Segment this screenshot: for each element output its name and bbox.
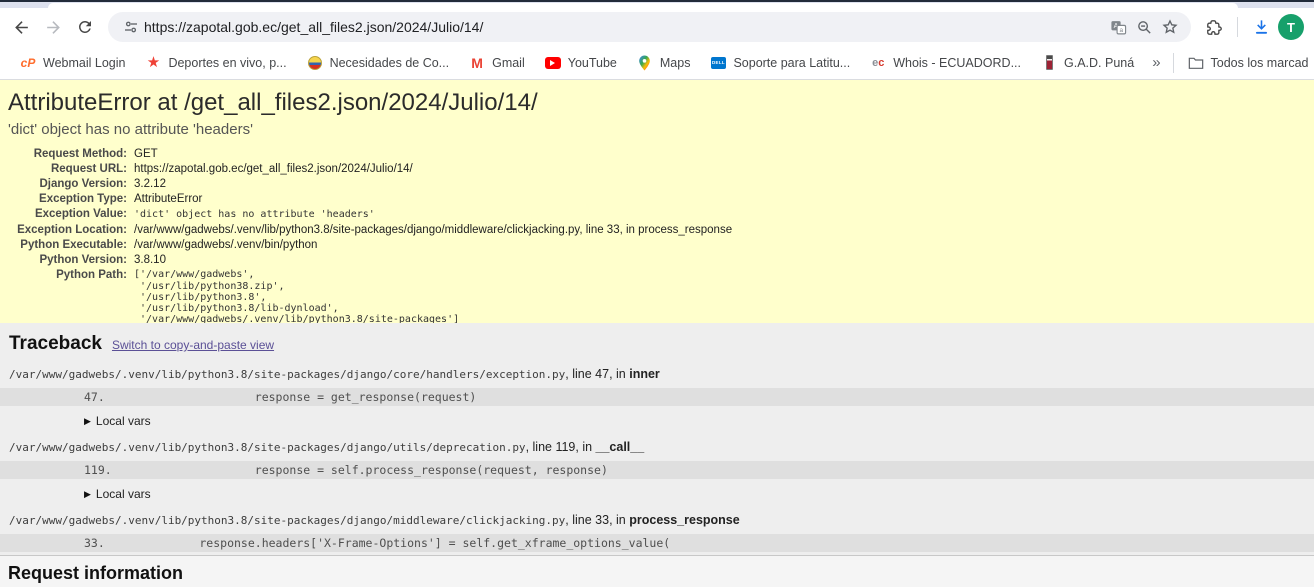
bookmark-maps[interactable]: Maps: [629, 51, 699, 75]
bookmark-deportes[interactable]: ★ Deportes en vivo, p...: [137, 51, 294, 75]
local-vars-toggle[interactable]: ▶Local vars: [84, 414, 1314, 428]
local-vars-toggle[interactable]: ▶Local vars: [84, 487, 1314, 501]
traceback-section: Traceback Switch to copy-and-paste view …: [0, 323, 1314, 556]
bookmarks-bar: cP Webmail Login ★ Deportes en vivo, p..…: [0, 46, 1314, 80]
window-top-edge: [0, 0, 1314, 2]
meta-row-python-executable: Python Executable:/var/www/gadwebs/.venv…: [10, 238, 732, 253]
source-code-line: response = self.process_response(request…: [144, 463, 608, 477]
bookmarks-overflow-button[interactable]: »: [1146, 54, 1166, 71]
traceback-frame-path: /var/www/gadwebs/.venv/lib/python3.8/sit…: [9, 513, 1314, 527]
bookmark-webmail-login[interactable]: cP Webmail Login: [12, 51, 133, 75]
meta-row-python-path: Python Path:['/var/www/gadwebs', '/usr/l…: [10, 268, 732, 323]
svg-text:a: a: [1119, 26, 1123, 33]
download-icon: [1252, 18, 1271, 37]
traceback-frame-path: /var/www/gadwebs/.venv/lib/python3.8/sit…: [9, 367, 1314, 381]
bookmark-whois[interactable]: ec Whois - ECUADORD...: [862, 51, 1029, 75]
bookmark-label: Necesidades de Co...: [330, 56, 450, 70]
source-code-line: response.headers['X-Frame-Options'] = se…: [144, 536, 670, 550]
downloads-button[interactable]: [1246, 12, 1276, 42]
nic-ec-icon: ec: [870, 55, 886, 71]
bookmark-soporte-dell[interactable]: DELL Soporte para Latitu...: [702, 51, 858, 75]
meta-row-exception-type: Exception Type:AttributeError: [10, 192, 732, 207]
tab-strip: [0, 0, 1314, 8]
zoom-button[interactable]: [1131, 14, 1157, 40]
bookmark-label: Gmail: [492, 56, 525, 70]
bookmark-label: Whois - ECUADORD...: [893, 56, 1021, 70]
maps-pin-icon: [638, 55, 651, 71]
line-number: 47.: [84, 390, 144, 404]
source-code-line: response = get_response(request): [144, 390, 476, 404]
gmail-icon: M: [469, 55, 485, 71]
request-info-section: Request information: [0, 556, 1314, 587]
back-icon: [12, 18, 31, 37]
magnifier-minus-icon: [1136, 19, 1153, 36]
python-path-value: ['/var/www/gadwebs', '/usr/lib/python38.…: [134, 269, 732, 323]
meta-row-request-method: Request Method:GET: [10, 147, 732, 162]
traceback-context-line[interactable]: 119. response = self.process_response(re…: [0, 461, 1314, 479]
switch-copy-paste-link[interactable]: Switch to copy-and-paste view: [112, 338, 274, 352]
browser-toolbar: https://zapotal.gob.ec/get_all_files2.js…: [0, 8, 1314, 46]
bookmark-label: Maps: [660, 56, 691, 70]
red-star-icon: ★: [145, 55, 161, 71]
back-button[interactable]: [6, 12, 36, 42]
line-number: 33.: [84, 536, 144, 550]
triangle-right-icon: ▶: [84, 489, 91, 500]
url-text[interactable]: https://zapotal.gob.ec/get_all_files2.js…: [144, 19, 1105, 35]
reload-button[interactable]: [70, 12, 100, 42]
forward-icon: [44, 18, 63, 37]
traceback-context-line[interactable]: 33. response.headers['X-Frame-Options'] …: [0, 534, 1314, 552]
all-bookmarks-label: Todos los marcad: [1211, 56, 1309, 70]
bookmark-youtube[interactable]: YouTube: [537, 51, 625, 75]
triangle-right-icon: ▶: [84, 416, 91, 427]
error-title: AttributeError at /get_all_files2.json/2…: [8, 89, 1302, 117]
bookmark-gmail[interactable]: M Gmail: [461, 51, 533, 75]
line-number: 119.: [84, 463, 144, 477]
bookmark-label: Deportes en vivo, p...: [168, 56, 286, 70]
bookmark-label: YouTube: [568, 56, 617, 70]
error-meta-table: Request Method:GET Request URL:https://z…: [10, 147, 732, 323]
meta-row-request-url: Request URL:https://zapotal.gob.ec/get_a…: [10, 162, 732, 177]
bookmark-necesidades[interactable]: Necesidades de Co...: [299, 51, 458, 75]
puzzle-icon: [1205, 18, 1224, 37]
request-info-heading: Request information: [8, 563, 1314, 584]
site-settings-button[interactable]: [118, 14, 144, 40]
forward-button[interactable]: [38, 12, 68, 42]
all-bookmarks-folder[interactable]: Todos los marcad: [1180, 51, 1314, 75]
omnibox[interactable]: https://zapotal.gob.ec/get_all_files2.js…: [108, 12, 1191, 42]
bookmarks-separator: [1173, 53, 1174, 73]
meta-row-python-version: Python Version:3.8.10: [10, 253, 732, 268]
translate-icon: A a: [1110, 19, 1127, 36]
youtube-icon: [545, 57, 561, 69]
reload-icon: [76, 18, 94, 36]
star-outline-icon: [1161, 18, 1179, 36]
bookmark-gad-puna[interactable]: G.A.D. Puná: [1033, 51, 1142, 75]
extensions-button[interactable]: [1199, 12, 1229, 42]
toolbar-separator: [1237, 17, 1238, 37]
bookmark-label: Webmail Login: [43, 56, 125, 70]
profile-avatar[interactable]: T: [1278, 14, 1304, 40]
traceback-context-line[interactable]: 47. response = get_response(request): [0, 388, 1314, 406]
meta-row-exception-location: Exception Location:/var/www/gadwebs/.ven…: [10, 223, 732, 238]
traceback-heading: Traceback: [9, 333, 102, 355]
dell-icon: DELL: [711, 57, 726, 69]
error-subtitle: 'dict' object has no attribute 'headers': [8, 121, 1302, 138]
active-tab[interactable]: [48, 3, 1238, 8]
gad-puna-icon: [1046, 55, 1053, 70]
ecuador-crest-icon: [308, 56, 322, 70]
tune-icon: [123, 19, 139, 35]
folder-icon: [1188, 56, 1204, 70]
cpanel-icon: cP: [20, 55, 36, 71]
bookmark-label: G.A.D. Puná: [1064, 56, 1134, 70]
meta-row-django-version: Django Version:3.2.12: [10, 177, 732, 192]
bookmark-page-button[interactable]: [1157, 14, 1183, 40]
translate-button[interactable]: A a: [1105, 14, 1131, 40]
error-summary-section: AttributeError at /get_all_files2.json/2…: [0, 80, 1314, 323]
meta-row-exception-value: Exception Value:'dict' object has no att…: [10, 207, 732, 222]
bookmark-label: Soporte para Latitu...: [733, 56, 850, 70]
traceback-frame-path: /var/www/gadwebs/.venv/lib/python3.8/sit…: [9, 440, 1314, 454]
